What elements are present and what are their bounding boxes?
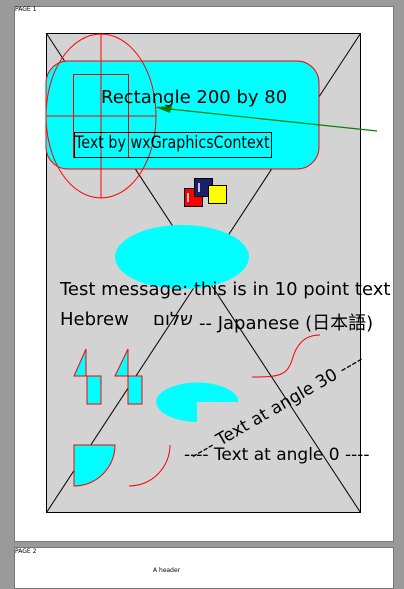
rectangle-label: Rectangle 200 by 80 bbox=[101, 87, 288, 108]
angle-0-text: ---- Text at angle 0 ---- bbox=[184, 445, 370, 465]
yellow-square bbox=[208, 185, 227, 204]
graphics-context-text: Text by wxGraphicsContext bbox=[75, 133, 270, 153]
hebrew-label: Hebrew bbox=[60, 309, 129, 330]
japanese-text: -- Japanese (日本語) bbox=[199, 313, 374, 334]
hebrew-text: שלום bbox=[153, 309, 193, 330]
test-message-text: Test message: this is in 10 point text bbox=[60, 279, 391, 300]
